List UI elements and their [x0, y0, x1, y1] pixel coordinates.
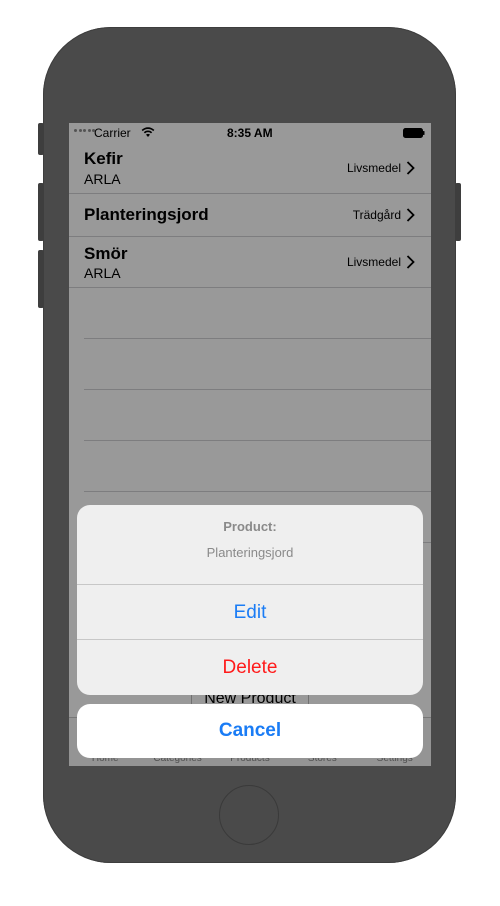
- action-sheet-message: Planteringsjord: [206, 545, 294, 560]
- mute-switch: [38, 123, 44, 155]
- power-button: [455, 183, 461, 241]
- delete-button[interactable]: Delete: [77, 640, 423, 695]
- edit-button[interactable]: Edit: [77, 585, 423, 640]
- volume-up-button: [38, 183, 44, 241]
- action-sheet: Product: Planteringsjord Edit Delete: [77, 505, 423, 695]
- home-button[interactable]: [219, 785, 279, 845]
- screen: Carrier 8:35 AM Kefir ARLA Livsmedel Pla…: [69, 123, 431, 766]
- action-sheet-header: Product: Planteringsjord: [77, 505, 423, 585]
- cancel-button[interactable]: Cancel: [77, 704, 423, 758]
- action-sheet-title: Product:: [223, 519, 277, 534]
- volume-down-button: [38, 250, 44, 308]
